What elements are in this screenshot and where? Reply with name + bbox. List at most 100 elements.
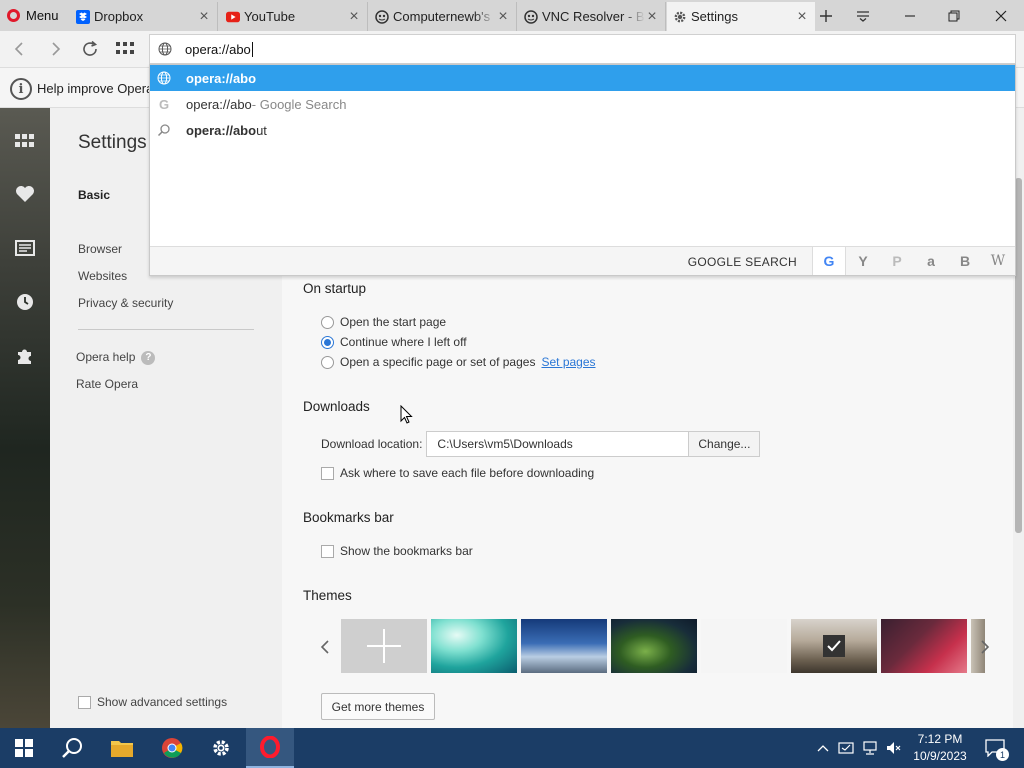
text-caret [251, 41, 253, 57]
youtube-icon [226, 10, 240, 24]
startup-option-continue[interactable]: Continue where I left off [321, 335, 467, 349]
tab-menu-icon [857, 10, 869, 22]
opera-taskbar-button[interactable] [246, 728, 294, 768]
bookmarks-sidebar-button[interactable] [13, 182, 37, 206]
tab-youtube[interactable]: YouTube × [220, 2, 368, 31]
tab-label: Computernewb's [393, 9, 496, 24]
google-icon: G [158, 96, 170, 112]
theme-forest-thumbnail-selected[interactable] [791, 619, 877, 673]
bookmarks-bar-checkbox[interactable] [321, 544, 334, 558]
history-sidebar-button[interactable] [13, 290, 37, 314]
option-label: Continue where I left off [340, 335, 467, 349]
taskbar-clock[interactable]: 7:12 PM 10/9/2023 [905, 731, 975, 765]
tab-close-icon[interactable]: × [795, 8, 809, 24]
tab-computernewb[interactable]: Computernewb's × [369, 2, 517, 31]
show-bookmarks-bar-option[interactable]: Show the bookmarks bar [321, 544, 473, 558]
bing-engine-icon[interactable]: B [948, 247, 982, 275]
chevron-right-icon[interactable] [980, 639, 990, 655]
amazon-engine-icon[interactable]: a [914, 247, 948, 275]
news-sidebar-button[interactable] [13, 236, 37, 260]
tab-vnc-resolver[interactable]: VNC Resolver - Br × [518, 2, 666, 31]
startup-option-specific-pages[interactable]: Open a specific page or set of pages Set… [321, 355, 596, 369]
theme-leaves-thumbnail[interactable] [611, 619, 697, 673]
tab-dropbox[interactable]: Dropbox × [70, 2, 218, 31]
volume-muted-icon [887, 742, 901, 754]
suggestion-opera-about[interactable]: opera://abo ut [150, 117, 1015, 143]
radio-button[interactable] [321, 315, 334, 329]
get-more-themes-button[interactable]: Get more themes [321, 693, 435, 720]
opera-logo-icon [7, 9, 20, 22]
tab-label: Dropbox [94, 9, 144, 24]
suggestion-opera-abo[interactable]: opera://abo [150, 65, 1015, 91]
search-icon [157, 123, 171, 137]
yahoo-engine-icon[interactable]: Y [846, 247, 880, 275]
address-input[interactable]: opera://abo [185, 42, 251, 57]
suggestion-google-search[interactable]: G opera://abo - Google Search [150, 91, 1015, 117]
forward-button[interactable] [43, 36, 69, 62]
show-hidden-icons-button[interactable] [814, 728, 832, 768]
change-download-location-button[interactable]: Change... [689, 431, 761, 457]
speed-dial-button[interactable] [112, 36, 138, 62]
suggestion-text-bold: opera://abo [186, 122, 257, 138]
duckduckgo-engine-icon[interactable]: P [880, 247, 914, 275]
theme-crimson-thumbnail[interactable] [881, 619, 967, 673]
radio-button-selected[interactable] [321, 335, 334, 349]
tab-menu-button[interactable] [845, 0, 881, 31]
back-button[interactable] [6, 36, 32, 62]
windows-taskbar: 7:12 PM 10/9/2023 1 [0, 728, 1024, 768]
tab-close-icon[interactable]: × [496, 8, 510, 24]
suggestion-text: opera://abo [186, 96, 252, 112]
search-taskbar-button[interactable] [48, 728, 96, 768]
scrollbar-thumb[interactable] [1015, 178, 1022, 533]
reload-button[interactable] [77, 36, 103, 62]
start-button[interactable] [0, 728, 48, 768]
extensions-sidebar-button[interactable] [13, 344, 37, 368]
tab-settings[interactable]: Settings × [667, 2, 815, 31]
google-engine-icon[interactable]: G [812, 247, 846, 275]
gear-icon [213, 740, 229, 756]
speed-dial-sidebar-button[interactable] [13, 129, 37, 153]
chrome-icon [162, 738, 183, 758]
windows-logo-icon [15, 739, 33, 757]
tab-close-icon[interactable]: × [645, 8, 659, 24]
volume-tray-icon[interactable] [884, 728, 904, 768]
nav-item-privacy-security[interactable]: Privacy & security [78, 296, 173, 310]
minimize-button[interactable] [887, 0, 933, 31]
file-explorer-taskbar-button[interactable] [98, 728, 146, 768]
set-pages-link[interactable]: Set pages [541, 355, 595, 369]
close-window-button[interactable] [978, 0, 1024, 31]
themes-carousel [320, 619, 990, 673]
opera-menu-button[interactable]: Menu [0, 0, 66, 31]
theme-light-thumbnail[interactable] [701, 619, 787, 673]
action-center-tray-icon[interactable] [836, 728, 856, 768]
advanced-settings-checkbox[interactable] [78, 695, 91, 709]
nav-item-basic[interactable]: Basic [78, 188, 110, 202]
radio-button[interactable] [321, 355, 334, 369]
nav-item-browser[interactable]: Browser [78, 242, 122, 256]
settings-taskbar-button[interactable] [197, 728, 245, 768]
startup-option-start-page[interactable]: Open the start page [321, 315, 446, 329]
ask-save-checkbox[interactable] [321, 466, 334, 480]
nav-item-rate-opera[interactable]: Rate Opera [76, 377, 138, 391]
theme-mountain-thumbnail[interactable] [521, 619, 607, 673]
wikipedia-engine-icon[interactable]: W [981, 247, 1015, 275]
notifications-button[interactable]: 1 [980, 728, 1010, 768]
tab-close-icon[interactable]: × [347, 8, 361, 24]
theme-aqua-thumbnail[interactable] [431, 619, 517, 673]
show-advanced-settings[interactable]: Show advanced settings [78, 695, 227, 709]
restore-icon [948, 10, 960, 21]
chevron-left-icon[interactable] [320, 639, 330, 655]
news-icon [15, 240, 35, 256]
nav-item-websites[interactable]: Websites [78, 269, 127, 283]
network-tray-icon[interactable] [860, 728, 880, 768]
nav-item-opera-help[interactable]: Opera help? [76, 350, 156, 365]
new-tab-button[interactable] [808, 0, 844, 31]
tab-close-icon[interactable]: × [197, 8, 211, 24]
chrome-taskbar-button[interactable] [148, 728, 196, 768]
download-location-field[interactable]: C:\Users\vm5\Downloads [426, 431, 690, 457]
add-theme-tile[interactable] [341, 619, 427, 673]
globe-icon [158, 42, 172, 56]
address-bar[interactable]: opera://abo [149, 34, 1016, 64]
restore-button[interactable] [931, 0, 977, 31]
ask-where-to-save-option[interactable]: Ask where to save each file before downl… [321, 466, 594, 480]
